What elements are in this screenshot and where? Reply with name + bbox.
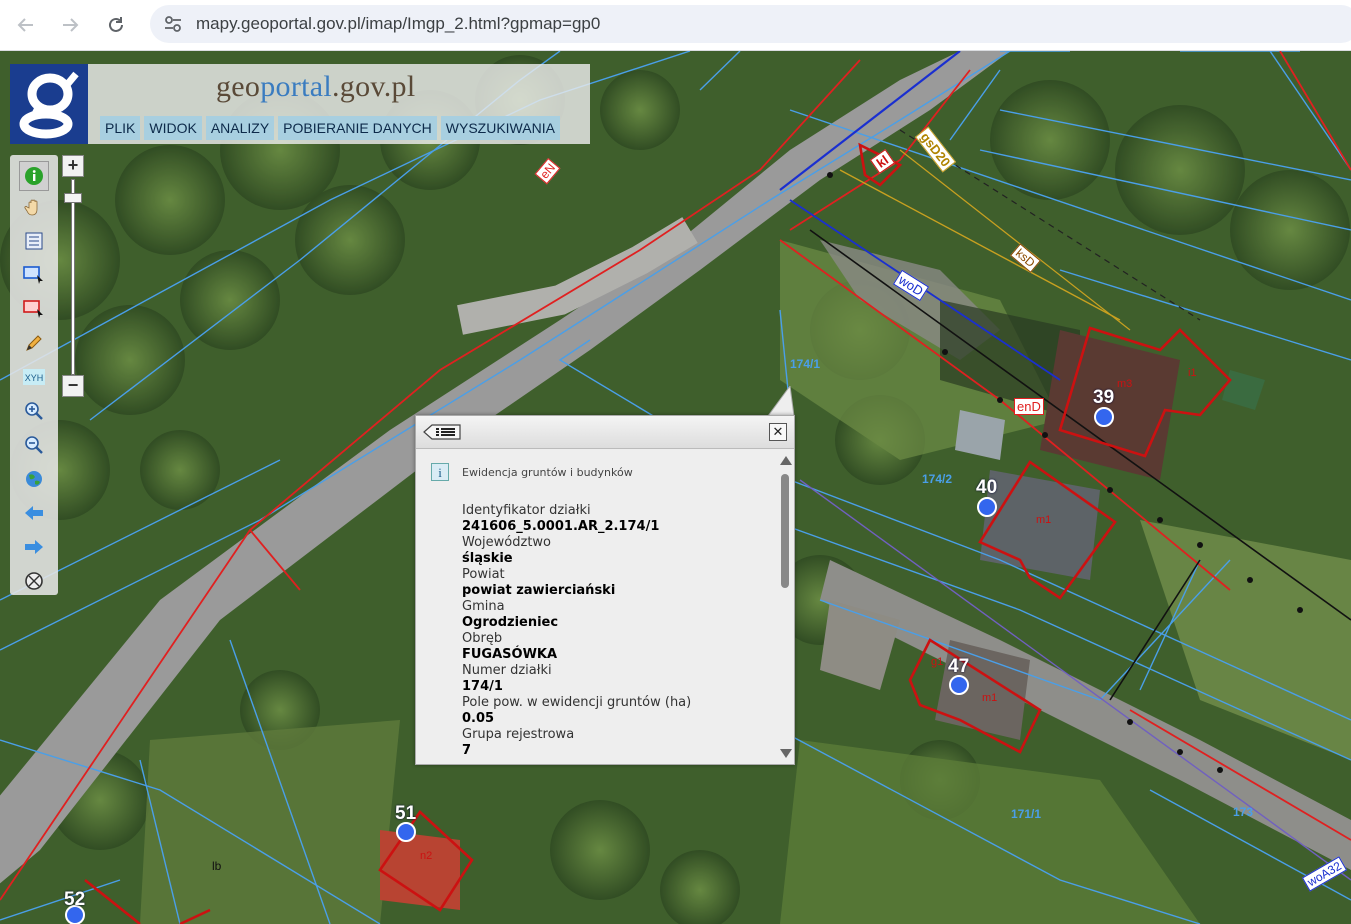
field-value: 7 — [462, 743, 472, 758]
popup-header: ✕ — [416, 416, 794, 449]
zoom-in-icon — [25, 402, 43, 420]
map-tools-panel: XYH — [10, 155, 58, 595]
layers-list-button[interactable] — [22, 229, 46, 253]
address-number: 51 — [395, 803, 417, 824]
main-menu: PLIK WIDOK ANALIZY POBIERANIE DANYCH WYS… — [100, 116, 560, 140]
map-label-lb: lb — [212, 859, 222, 873]
scroll-up-icon[interactable] — [780, 456, 792, 465]
pencil-icon — [26, 335, 42, 351]
zoom-handle[interactable] — [64, 193, 82, 203]
field-label: Powiat — [462, 567, 505, 582]
info-icon: i — [431, 463, 449, 481]
popup-content: i Ewidencja gruntów i budynków Identyfik… — [416, 449, 774, 764]
zoom-plus-button[interactable]: + — [62, 155, 84, 177]
back-arrow-icon — [25, 506, 43, 520]
field-label: Numer działki — [462, 663, 552, 678]
app-header: geoportal.gov.pl PLIK WIDOK ANALIZY POBI… — [10, 64, 590, 144]
geoportal-brand: geoportal.gov.pl — [216, 70, 416, 103]
field-value: śląskie — [462, 551, 513, 566]
popup-pointer — [768, 386, 795, 417]
coordinates-xyh-icon: XYH — [23, 369, 45, 385]
full-extent-button[interactable] — [22, 467, 46, 491]
popup-close-button[interactable]: ✕ — [769, 423, 787, 441]
pan-tool-button[interactable] — [22, 195, 46, 219]
geoportal-logo[interactable] — [10, 64, 88, 144]
feature-info-popup: ✕ i Ewidencja gruntów i budynków Identyf… — [415, 415, 795, 765]
parcel-number-label: 174/2 — [922, 472, 953, 486]
menu-analizy[interactable]: ANALIZY — [205, 116, 275, 140]
menu-widok[interactable]: WIDOK — [144, 116, 202, 140]
field-value: 174/1 — [462, 679, 503, 694]
address-bar[interactable]: mapy.geoportal.gov.pl/imap/Imgp_2.html?g… — [150, 5, 1351, 43]
menu-pobieranie-danych[interactable]: POBIERANIE DANYCH — [278, 116, 437, 140]
zoom-slider: + − — [62, 155, 84, 401]
parcel-number-label: 174/1 — [790, 357, 821, 371]
url-text: mapy.geoportal.gov.pl/imap/Imgp_2.html?g… — [196, 14, 601, 33]
field-label: Pole pow. w ewidencji gruntów (ha) — [462, 695, 692, 710]
menu-wyszukiwania[interactable]: WYSZUKIWANIA — [440, 116, 560, 140]
next-view-button[interactable] — [22, 535, 46, 559]
field-value: 0.05 — [462, 711, 495, 726]
forward-arrow-icon — [25, 540, 43, 554]
field-value: powiat zawierciański — [462, 583, 616, 598]
select-rectangle-button[interactable] — [22, 263, 46, 287]
globe-icon — [26, 471, 42, 487]
back-arrow-icon[interactable] — [10, 9, 42, 41]
address-number: 39 — [1093, 387, 1115, 408]
coordinates-tool-button[interactable]: XYH — [22, 365, 46, 389]
forward-arrow-icon[interactable] — [54, 9, 86, 41]
parcel-number-label: 171/1 — [1011, 807, 1042, 821]
address-number: 52 — [64, 889, 86, 910]
zoom-track[interactable] — [71, 179, 75, 375]
zoom-minus-button[interactable]: − — [62, 375, 84, 397]
previous-view-button[interactable] — [22, 501, 46, 525]
address-number: 40 — [976, 477, 998, 498]
field-value: FUGASÓWKA — [462, 647, 558, 662]
draw-tool-button[interactable] — [22, 331, 46, 355]
building-label: m1 — [1036, 514, 1052, 526]
field-value: 241606_5.0001.AR_2.174/1 — [462, 519, 660, 534]
select-area-button[interactable] — [22, 297, 46, 321]
layers-list-icon — [25, 232, 43, 250]
site-info-icon[interactable] — [162, 13, 184, 35]
menu-plik[interactable]: PLIK — [100, 116, 141, 140]
popup-list-icon[interactable] — [422, 423, 462, 441]
field-label: Grupa rejestrowa — [462, 727, 575, 742]
building-label: m3 — [1117, 378, 1133, 390]
svg-text:XYH: XYH — [25, 373, 44, 383]
parcel-number-label: 173 — [1233, 805, 1254, 819]
navigation-compass-button[interactable] — [22, 569, 46, 593]
popup-scrollbar[interactable] — [778, 452, 792, 762]
zoom-out-icon — [25, 436, 43, 454]
address-number: 47 — [948, 656, 970, 677]
browser-toolbar: mapy.geoportal.gov.pl/imap/Imgp_2.html?g… — [0, 0, 1351, 51]
map-label-end: enD — [1014, 398, 1044, 415]
reload-icon[interactable] — [100, 9, 132, 41]
select-rectangle-icon — [23, 266, 43, 284]
info-tool-button[interactable] — [19, 161, 49, 191]
field-label: Identyfikator działki — [462, 503, 591, 518]
parcel-attributes: Identyfikator działki 241606_5.0001.AR_2… — [462, 503, 772, 759]
popup-section-title: Ewidencja gruntów i budynków — [462, 466, 633, 479]
field-label: Województwo — [462, 535, 552, 550]
field-label: Obręb — [462, 631, 503, 646]
info-icon — [25, 167, 43, 185]
building-label: i1 — [1188, 367, 1197, 379]
zoom-out-tool-button[interactable] — [22, 433, 46, 457]
scroll-down-icon[interactable] — [780, 749, 792, 758]
pan-hand-icon — [24, 199, 38, 216]
geoportal-g-logo-icon — [19, 71, 79, 139]
zoom-in-tool-button[interactable] — [22, 399, 46, 423]
select-area-icon — [23, 300, 43, 318]
field-value: Ogrodzieniec — [462, 615, 559, 630]
field-label: Gmina — [462, 599, 505, 614]
map-view[interactable]: eN kl gsD20 ksD woD enD 174/1 174/2 171/… — [0, 51, 1351, 924]
building-label: n2 — [420, 850, 433, 862]
compass-icon — [25, 572, 43, 590]
scroll-thumb[interactable] — [781, 474, 789, 588]
building-label: m1 — [982, 692, 998, 704]
building-label: g1 — [931, 656, 944, 668]
